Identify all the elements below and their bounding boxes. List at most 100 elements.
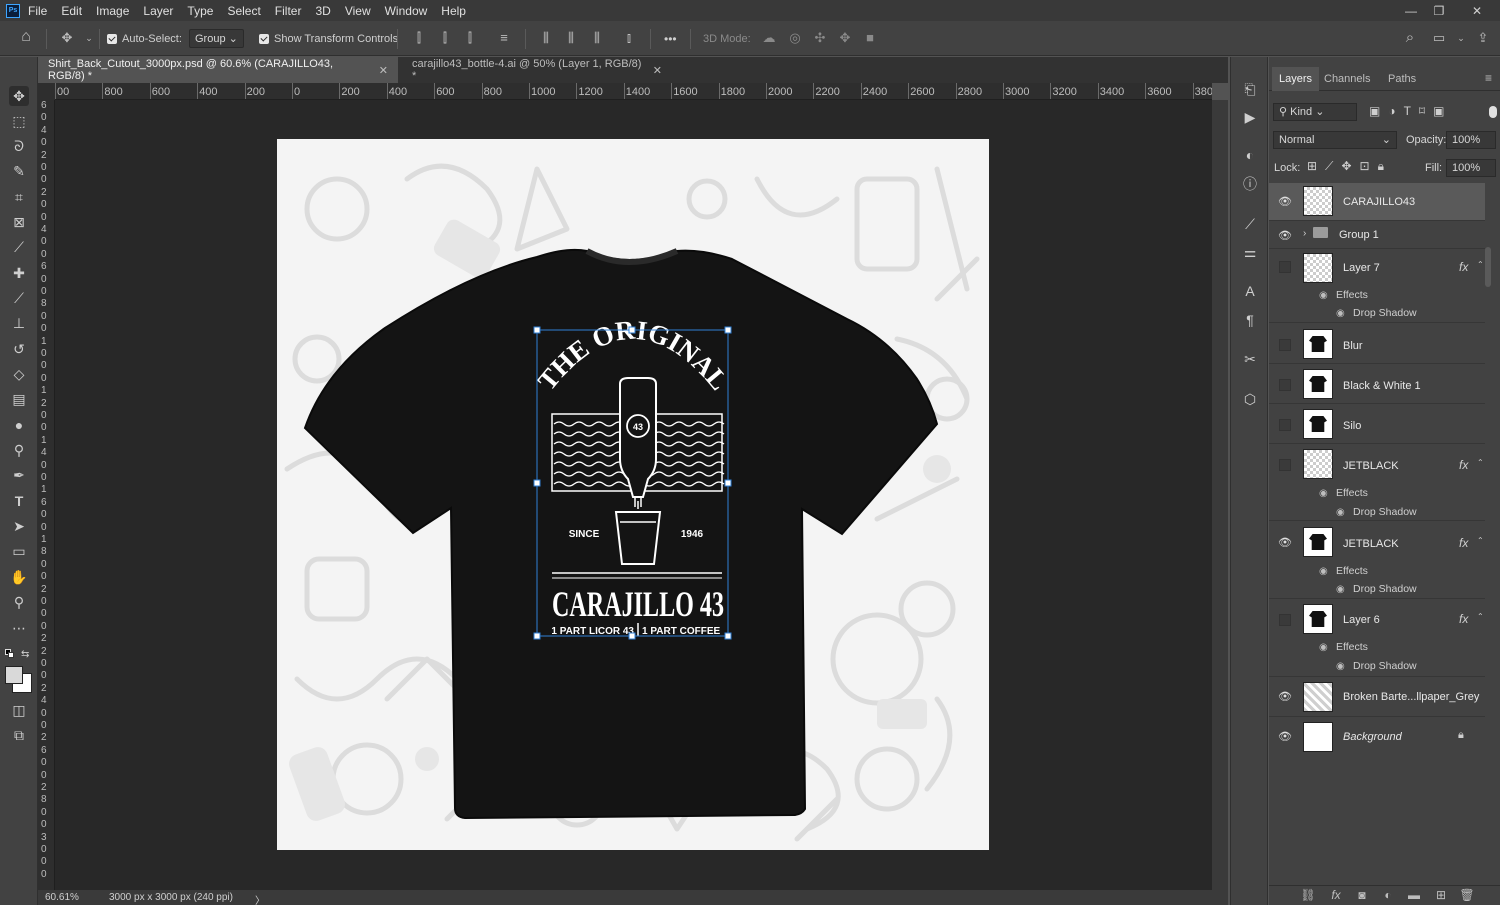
menu-edit[interactable]: Edit [61, 4, 82, 18]
layer-group-1[interactable]: 👁︎ › Group 1 [1269, 222, 1485, 249]
workspace-icon[interactable]: ▭ [1432, 31, 1446, 45]
default-colors-icon[interactable] [5, 649, 14, 658]
dodge-tool-icon[interactable]: ⚲ [9, 440, 29, 460]
more-options-button[interactable]: ••• [664, 21, 677, 56]
slide-3d-icon[interactable]: ✥ [838, 31, 852, 45]
menu-layer[interactable]: Layer [143, 4, 173, 18]
layer-silo[interactable]: Silo [1269, 405, 1485, 444]
collapse-effects-icon[interactable]: ⌃ [1477, 458, 1484, 467]
fx-icon[interactable]: fx [1459, 536, 1468, 550]
ruler-origin[interactable] [38, 83, 55, 100]
fx-icon[interactable]: fx [1459, 458, 1468, 472]
frame-tool-icon[interactable]: ⊠ [9, 212, 29, 232]
visibility-toggle[interactable] [1279, 261, 1291, 273]
lasso-tool-icon[interactable]: ᘐ [9, 136, 29, 156]
character-panel-icon[interactable]: A [1240, 281, 1260, 301]
layer-layer-7[interactable]: Layer 7 fx ⌃ ◉ Effects ◉ Drop Shadow [1269, 250, 1485, 323]
expand-chevron-icon[interactable]: › [1303, 228, 1306, 239]
scale-3d-icon[interactable]: ■ [863, 31, 877, 45]
tab-shirt-back[interactable]: Shirt_Back_Cutout_3000px.psd @ 60.6% (CA… [38, 57, 398, 83]
zoom-tool-icon[interactable]: ⚲ [9, 592, 29, 612]
layer-jetblack-visible[interactable]: 👁︎ JETBLACK fx ⌃ ◉ Effects ◉ Drop Shadow [1269, 523, 1485, 599]
effect-eye-icon[interactable]: ◉ [1336, 661, 1345, 672]
rectangle-tool-icon[interactable]: ▭ [9, 541, 29, 561]
show-transform-toggle[interactable]: Show Transform Controls [259, 21, 398, 56]
blur-tool-icon[interactable]: ● [9, 415, 29, 435]
layers-scrollbar-thumb[interactable] [1485, 247, 1491, 287]
search-icon[interactable]: ⌕ [1403, 30, 1417, 45]
eyedropper-tool-icon[interactable]: ⟋ [9, 237, 29, 257]
panel-menu-icon[interactable]: ≡ [1485, 71, 1492, 85]
menu-filter[interactable]: Filter [275, 4, 302, 18]
align-vcenter-icon[interactable]: ⫼ [564, 31, 578, 45]
close-tab-icon[interactable]: ✕ [379, 64, 388, 77]
align-hcenter-icon[interactable]: ⫿ [438, 31, 452, 45]
layer-jetblack-hidden[interactable]: JETBLACK fx ⌃ ◉ Effects ◉ Drop Shadow [1269, 445, 1485, 521]
path-selection-tool-icon[interactable]: ➤ [9, 516, 29, 536]
align-top-icon[interactable]: ⫼ [539, 31, 553, 45]
close-tab-icon[interactable]: ✕ [653, 64, 662, 77]
add-mask-icon[interactable]: ◙ [1354, 888, 1370, 904]
menu-3d[interactable]: 3D [315, 4, 330, 18]
show-transform-checkbox[interactable] [259, 33, 269, 44]
visibility-eye-icon[interactable]: 👁︎ [1278, 231, 1292, 242]
align-left-icon[interactable]: ⫿ [412, 31, 426, 45]
share-icon[interactable]: ⇪ [1476, 31, 1490, 45]
opacity-input[interactable]: 100% [1446, 131, 1496, 149]
home-icon[interactable]: ⌂ [19, 29, 33, 45]
status-menu-arrow[interactable]: 〉 [255, 892, 265, 905]
auto-select-toggle[interactable]: Auto-Select: [107, 21, 182, 56]
new-layer-icon[interactable]: ⊞ [1433, 888, 1449, 904]
clone-stamp-tool-icon[interactable]: ⊥ [9, 313, 29, 333]
layer-filter-icons[interactable]: ▣◑T⌑▣ [1369, 104, 1487, 120]
collapse-effects-icon[interactable]: ⌃ [1477, 612, 1484, 621]
crop-tool-icon[interactable]: ⌗ [9, 187, 29, 207]
visibility-toggle[interactable] [1279, 419, 1291, 431]
layer-wallpaper[interactable]: 👁︎ Broken Barte...llpaper_Grey [1269, 678, 1485, 717]
visibility-eye-icon[interactable]: 👁︎ [1278, 538, 1292, 549]
menu-image[interactable]: Image [96, 4, 129, 18]
new-adjustment-icon[interactable]: ◐ [1380, 888, 1396, 904]
align-bottom-icon[interactable]: ⫼ [590, 31, 604, 45]
zoom-level[interactable]: 60.61% [45, 892, 79, 903]
orbit-3d-icon[interactable]: ☁ [762, 31, 776, 45]
lock-icons[interactable]: ⊞⟋✥⊡🔒︎ [1307, 159, 1392, 174]
restore-button[interactable]: ❐ [1424, 0, 1454, 21]
vertical-ruler[interactable]: 6040200200400600800100012001400160018002… [38, 100, 55, 890]
document-canvas[interactable]: THE ORIGINAL 43 SINCE 1946 CARAJILLO 43 … [277, 139, 989, 850]
menu-help[interactable]: Help [441, 4, 466, 18]
screen-mode-icon[interactable]: ⧉ [9, 725, 29, 745]
visibility-eye-icon[interactable]: 👁︎ [1278, 197, 1292, 208]
edit-toolbar-icon[interactable]: ⋯ [9, 618, 29, 638]
filter-toggle[interactable] [1489, 106, 1497, 118]
type-tool-icon[interactable]: T [9, 491, 29, 511]
foreground-color-swatch[interactable] [5, 666, 23, 684]
link-layers-icon[interactable]: ⛓ [1300, 888, 1316, 904]
horizontal-ruler[interactable]: 00 800 600 400 200 0 200 400 600 800 1000 1200 1400 1… [55, 83, 1212, 100]
workspace-chevron-icon[interactable]: ⌄ [1454, 31, 1468, 45]
info-panel-icon[interactable]: ⓘ [1240, 174, 1260, 194]
brush-tool-icon[interactable]: ⟋ [9, 288, 29, 308]
eraser-tool-icon[interactable]: ◇ [9, 364, 29, 384]
layer-black-white-1[interactable]: Black & White 1 [1269, 365, 1485, 404]
tab-layers[interactable]: Layers [1272, 67, 1320, 91]
menu-window[interactable]: Window [385, 4, 428, 18]
menu-type[interactable]: Type [187, 4, 213, 18]
fx-icon[interactable]: fx [1459, 260, 1468, 274]
move-tool-icon[interactable]: ✥ [60, 31, 74, 45]
add-style-icon[interactable]: fx [1328, 888, 1344, 904]
healing-brush-tool-icon[interactable]: ✚ [9, 263, 29, 283]
layer-blur[interactable]: Blur [1269, 325, 1485, 364]
auto-select-checkbox[interactable] [107, 33, 117, 44]
history-panel-icon[interactable]: ⎗ [1240, 79, 1260, 99]
collapse-effects-icon[interactable]: ⌃ [1477, 260, 1484, 269]
new-group-icon[interactable]: ▬ [1406, 888, 1422, 904]
visibility-eye-icon[interactable]: 👁︎ [1278, 692, 1292, 703]
3d-panel-icon[interactable]: ⬡ [1240, 389, 1260, 409]
effect-eye-icon[interactable]: ◉ [1336, 308, 1345, 319]
effects-eye-icon[interactable]: ◉ [1319, 290, 1328, 301]
tool-presets-icon[interactable]: ✂ [1240, 349, 1260, 369]
brush-settings-icon[interactable]: ⟋ [1240, 214, 1260, 234]
gradient-tool-icon[interactable]: ▤ [9, 389, 29, 409]
vertical-scrollbar[interactable] [1212, 100, 1228, 890]
